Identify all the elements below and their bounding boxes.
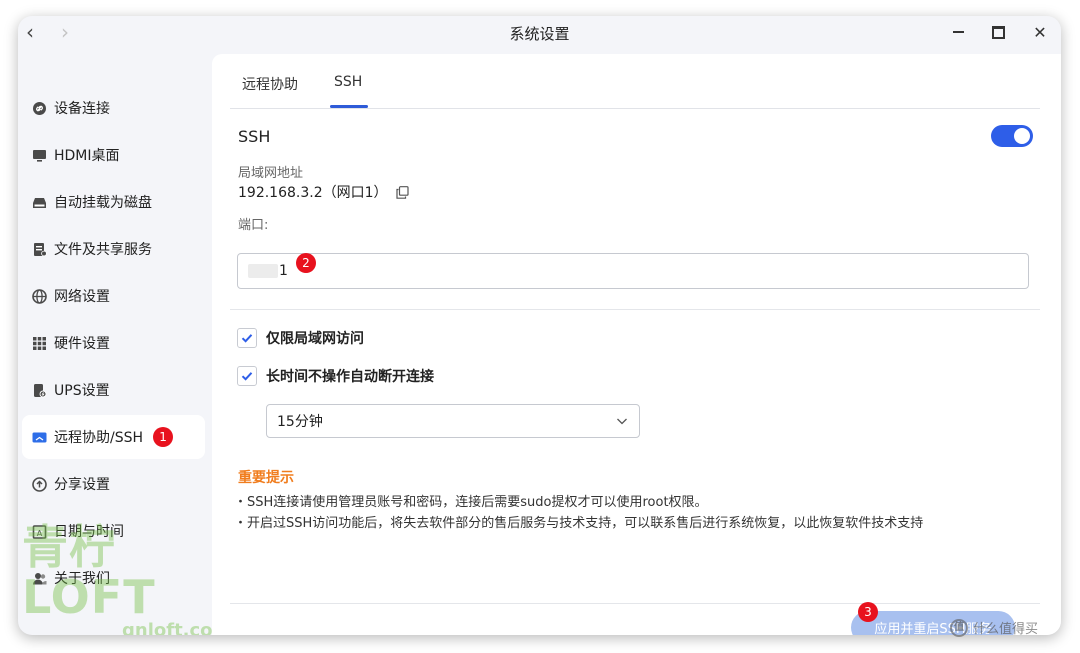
lan-address-text: 192.168.3.2（网口1） [238, 185, 388, 201]
sidebar-item-label: UPS设置 [54, 383, 110, 399]
svg-text:A: A [37, 529, 43, 538]
sidebar-item-label: 文件及共享服务 [54, 242, 152, 258]
auto-disconnect-label: 长时间不操作自动断开连接 [266, 369, 434, 385]
sidebar: 设备连接 HDMI桌面 自动挂载为磁盘 文件及共享服务 网络设置 硬件设置 UP… [18, 50, 231, 635]
check-icon [241, 372, 253, 381]
port-input[interactable]: 1 [237, 253, 1029, 289]
active-tab-indicator [330, 105, 368, 108]
sidebar-item-label: 关于我们 [54, 571, 110, 587]
smzdm-watermark: 值 什么值得买 [950, 618, 1038, 637]
sidebar-item-label: 硬件设置 [54, 336, 110, 352]
copy-icon[interactable] [395, 185, 409, 199]
sidebar-item-hardware[interactable]: 硬件设置 [22, 321, 205, 365]
sidebar-item-auto-mount[interactable]: 自动挂载为磁盘 [22, 180, 205, 224]
timeout-value: 15分钟 [277, 414, 323, 430]
notice-line: ・开启过SSH访问功能后，将失去软件部分的售后服务与技术支持，可以联系售后进行系… [234, 516, 924, 531]
port-redacted [248, 264, 278, 278]
sidebar-item-label: HDMI桌面 [54, 148, 120, 164]
tab-remote-assist[interactable]: 远程协助 [242, 74, 298, 94]
sidebar-item-label: 日期与时间 [54, 524, 124, 540]
auto-disconnect-option[interactable]: 长时间不操作自动断开连接 [237, 366, 434, 386]
smzdm-watermark-text: 什么值得买 [973, 622, 1039, 637]
ssh-heading: SSH [238, 127, 271, 146]
sidebar-item-label: 网络设置 [54, 289, 110, 305]
globe-icon [32, 288, 47, 304]
timeout-select[interactable]: 15分钟 [266, 404, 640, 438]
link-icon [32, 101, 47, 116]
lan-only-checkbox[interactable] [237, 328, 257, 348]
battery-icon [32, 383, 47, 398]
section-divider [230, 309, 1040, 310]
lan-only-option[interactable]: 仅限局域网访问 [237, 328, 364, 348]
sidebar-item-date-time[interactable]: A 日期与时间 [22, 509, 205, 553]
step-badge-2: 2 [296, 253, 316, 273]
minimize-icon [952, 31, 964, 33]
check-icon [241, 334, 253, 343]
calendar-icon: A [32, 524, 47, 539]
maximize-button[interactable] [986, 20, 1010, 44]
minimize-button[interactable] [946, 20, 970, 44]
close-icon: ✕ [1033, 22, 1047, 42]
lan-only-label: 仅限局域网访问 [266, 331, 364, 347]
sidebar-item-about[interactable]: 关于我们 [22, 556, 205, 600]
footer-divider [230, 603, 1040, 604]
tab-ssh[interactable]: SSH [334, 74, 362, 90]
sidebar-item-share[interactable]: 分享设置 [22, 462, 205, 506]
sidebar-item-hdmi-desktop[interactable]: HDMI桌面 [22, 133, 205, 177]
notice-line: ・SSH连接请使用管理员账号和密码，连接后需要sudo提权才可以使用root权限… [234, 495, 708, 510]
sidebar-item-label: 远程协助/SSH [54, 430, 144, 446]
sidebar-item-device-connection[interactable]: 设备连接 [22, 86, 205, 130]
file-share-icon [32, 242, 47, 257]
sidebar-item-file-sharing[interactable]: 文件及共享服务 [22, 227, 205, 271]
ssh-toggle[interactable] [991, 125, 1033, 147]
smzdm-logo-icon: 值 [950, 618, 968, 637]
sidebar-item-label: 分享设置 [54, 477, 110, 493]
sidebar-item-label: 设备连接 [54, 101, 110, 117]
sidebar-item-label: 自动挂载为磁盘 [54, 195, 152, 211]
chevron-down-icon [616, 415, 628, 431]
toggle-knob [1014, 128, 1030, 144]
lan-address-value: 192.168.3.2（网口1） [238, 182, 409, 202]
auto-disconnect-checkbox[interactable] [237, 366, 257, 386]
maximize-icon [991, 25, 1005, 39]
notice-title: 重要提示 [238, 470, 294, 486]
port-label: 端口: [238, 218, 269, 233]
close-button[interactable]: ✕ [1028, 20, 1052, 44]
users-icon [32, 571, 47, 586]
share-icon [32, 476, 47, 492]
sidebar-item-network[interactable]: 网络设置 [22, 274, 205, 318]
ssh-settings-panel: 远程协助 SSH SSH 局域网地址 192.168.3.2（网口1） 端口: … [212, 54, 1061, 635]
settings-window: ‹ › 系统设置 ✕ 设备连接 HDMI桌面 自动挂载为磁盘 文件及共享服务 网… [18, 16, 1061, 635]
sidebar-item-ups[interactable]: UPS设置 [22, 368, 205, 412]
port-value: 1 [279, 263, 288, 279]
step-badge-3: 3 [858, 602, 878, 622]
monitor-icon [32, 148, 47, 163]
title-bar: ‹ › 系统设置 ✕ [18, 16, 1061, 50]
step-badge-1: 1 [153, 427, 174, 447]
lan-address-label: 局域网地址 [238, 166, 304, 181]
drive-icon [32, 195, 47, 210]
window-title: 系统设置 [509, 25, 570, 43]
remote-desktop-icon [32, 430, 47, 445]
sidebar-item-remote-ssh[interactable]: 远程协助/SSH 1 [22, 415, 205, 459]
grid-icon [32, 336, 47, 351]
tab-bar: 远程协助 SSH [230, 54, 1040, 109]
